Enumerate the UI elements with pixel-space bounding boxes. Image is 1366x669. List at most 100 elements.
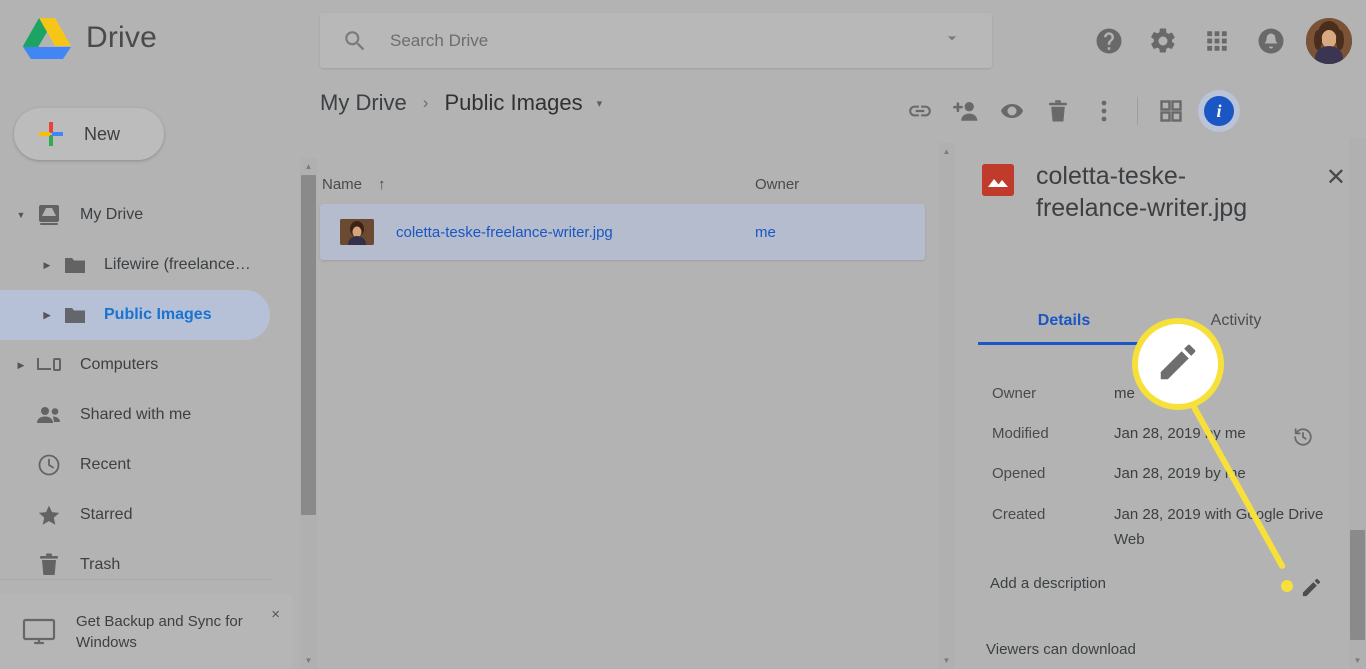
scrollbar-thumb[interactable] <box>1350 530 1365 640</box>
new-button[interactable]: New <box>14 108 164 160</box>
scroll-up-arrow-icon[interactable]: ▲ <box>300 158 317 175</box>
details-info-icon[interactable]: i <box>1198 90 1240 132</box>
scrollbar-thumb[interactable] <box>301 175 316 515</box>
callout-pointer-dot <box>1281 580 1293 592</box>
breadcrumb-current-folder[interactable]: Public Images <box>444 90 582 116</box>
notifications-bell-icon[interactable] <box>1244 14 1298 68</box>
star-icon <box>32 503 66 528</box>
details-filename: coletta-teske-freelance-writer.jpg <box>1036 162 1248 222</box>
file-list-header: Name ↑ Owner <box>320 162 945 206</box>
folder-icon <box>58 305 92 325</box>
scroll-down-arrow-icon[interactable]: ▼ <box>1349 652 1366 669</box>
sidebar: New ▼ My Drive ▶ Lifewire (freelance… ▶ … <box>0 82 300 669</box>
plus-icon <box>38 121 64 147</box>
version-history-icon[interactable] <box>1292 424 1314 446</box>
close-icon[interactable]: ✕ <box>1326 166 1346 190</box>
more-actions-icon[interactable] <box>1081 88 1127 134</box>
file-owner[interactable]: me <box>755 224 776 241</box>
sidebar-item-label: Shared with me <box>80 406 192 423</box>
account-avatar[interactable] <box>1306 18 1352 64</box>
action-toolbar: i <box>897 88 1240 134</box>
sidebar-divider <box>0 579 272 580</box>
top-bar: Drive <box>0 0 1366 82</box>
new-button-label: New <box>84 123 121 144</box>
sidebar-item-computers[interactable]: ▶ Computers <box>0 340 270 390</box>
drive-brand[interactable]: Drive <box>22 16 157 60</box>
search-bar[interactable] <box>320 13 992 68</box>
my-drive-icon <box>32 204 66 226</box>
details-header: coletta-teske-freelance-writer.jpg ✕ <box>982 160 1346 224</box>
google-drive-window: Drive Search Drive New ▼ My Drive ▶ Life… <box>0 0 1366 669</box>
trash-icon <box>32 553 66 577</box>
drive-logo-icon <box>22 16 72 60</box>
sidebar-item-label: Starred <box>80 506 133 523</box>
breadcrumb-my-drive[interactable]: My Drive <box>320 90 407 116</box>
metadata-key: Modified <box>992 425 1049 442</box>
metadata-key: Opened <box>992 465 1046 482</box>
tab-details[interactable]: Details <box>978 300 1150 345</box>
remove-trash-icon[interactable] <box>1035 88 1081 134</box>
details-panel-scrollbar[interactable]: ▼ <box>1349 138 1366 669</box>
breadcrumb-caret-icon[interactable]: ▾ <box>597 97 603 110</box>
column-header-name[interactable]: Name ↑ <box>322 176 386 193</box>
grid-view-icon[interactable] <box>1148 88 1194 134</box>
breadcrumb: My Drive › Public Images ▾ <box>320 90 602 116</box>
scroll-up-arrow-icon[interactable]: ▲ <box>938 143 955 160</box>
sidebar-item-shared-with-me[interactable]: Shared with me <box>0 390 270 440</box>
get-link-icon[interactable] <box>897 88 943 134</box>
file-name-link[interactable]: coletta-teske-freelance-writer.jpg <box>396 224 613 241</box>
info-glyph: i <box>1204 96 1234 126</box>
chevron-right-icon[interactable]: ▶ <box>36 260 58 271</box>
search-input[interactable] <box>390 30 942 51</box>
sidebar-item-label: Trash <box>80 556 121 573</box>
scroll-down-arrow-icon[interactable]: ▼ <box>300 652 317 669</box>
backup-and-sync-promo[interactable]: Get Backup and Sync for Windows × <box>0 594 292 669</box>
image-file-icon <box>982 164 1014 196</box>
sidebar-item-lifewire[interactable]: ▶ Lifewire (freelance… <box>0 240 270 290</box>
clock-icon <box>32 453 66 477</box>
scroll-down-arrow-icon[interactable]: ▼ <box>938 652 955 669</box>
sidebar-item-public-images[interactable]: ▶ Public Images <box>0 290 270 340</box>
breadcrumb-separator: › <box>422 93 429 112</box>
chevron-right-icon[interactable]: ▶ <box>10 360 32 371</box>
chevron-right-icon[interactable]: ▶ <box>36 310 58 321</box>
apps-grid-icon[interactable] <box>1190 14 1244 68</box>
sidebar-item-my-drive[interactable]: ▼ My Drive <box>0 190 270 240</box>
search-icon <box>342 28 368 54</box>
metadata-row-modified: Modified Jan 28, 2019 by me <box>992 414 1352 454</box>
add-description-field[interactable]: Add a description <box>990 575 1106 592</box>
table-row[interactable]: coletta-teske-freelance-writer.jpg me <box>320 204 925 260</box>
computers-icon <box>32 355 66 375</box>
edit-pencil-icon[interactable] <box>1300 576 1323 599</box>
close-icon[interactable]: × <box>271 606 280 623</box>
sidebar-item-trash[interactable]: Trash <box>0 540 270 590</box>
sidebar-item-label: My Drive <box>80 206 144 223</box>
settings-gear-icon[interactable] <box>1136 14 1190 68</box>
metadata-value: Jan 28, 2019 by me <box>1114 425 1246 442</box>
chevron-down-icon[interactable]: ▼ <box>10 210 32 220</box>
toolbar-divider <box>1137 97 1138 125</box>
backup-promo-text: Get Backup and Sync for Windows <box>76 612 243 651</box>
sidebar-nav: ▼ My Drive ▶ Lifewire (freelance… ▶ Publ… <box>0 190 300 590</box>
viewers-can-download-label: Viewers can download <box>986 641 1136 658</box>
sidebar-item-label: Computers <box>80 356 159 373</box>
callout-magnifier <box>1132 318 1224 410</box>
preview-eye-icon[interactable] <box>989 88 1035 134</box>
sidebar-item-label: Lifewire (freelance… <box>104 256 251 273</box>
edit-pencil-icon <box>1155 339 1201 390</box>
column-header-owner[interactable]: Owner <box>755 176 799 193</box>
metadata-row-created: Created Jan 28, 2019 with Google Drive W… <box>992 494 1352 552</box>
sidebar-item-starred[interactable]: Starred <box>0 490 270 540</box>
left-list-scrollbar[interactable]: ▲ ▼ <box>300 158 317 669</box>
add-person-icon[interactable] <box>943 88 989 134</box>
photo-thumbnail <box>340 219 374 245</box>
help-icon[interactable] <box>1082 14 1136 68</box>
sidebar-item-label: Recent <box>80 456 131 473</box>
search-options-caret-icon[interactable] <box>942 28 976 53</box>
column-name-label: Name <box>322 175 363 193</box>
file-list-scrollbar[interactable]: ▲ ▼ <box>938 143 955 669</box>
sidebar-item-recent[interactable]: Recent <box>0 440 270 490</box>
sidebar-item-label: Public Images <box>104 306 212 323</box>
folder-icon <box>58 255 92 275</box>
sort-ascending-icon[interactable]: ↑ <box>378 176 386 193</box>
